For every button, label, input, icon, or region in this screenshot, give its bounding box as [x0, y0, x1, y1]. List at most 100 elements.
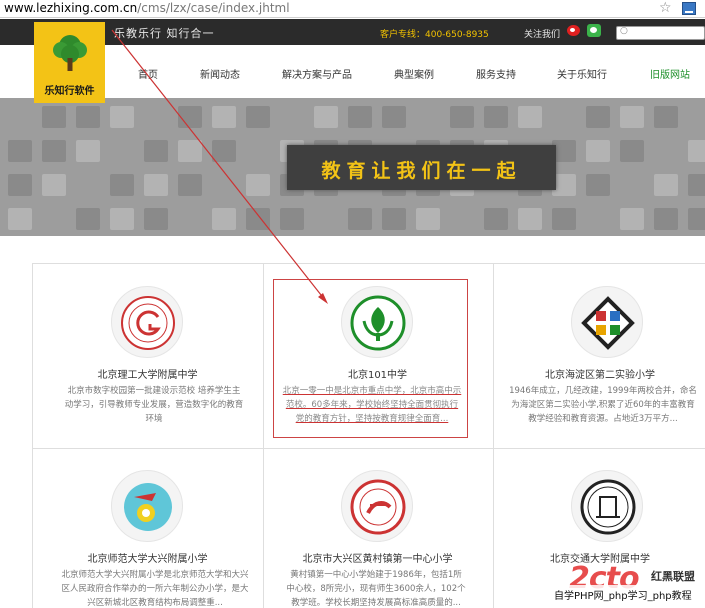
divider [32, 263, 705, 264]
school-logo [341, 470, 413, 542]
nav-cases[interactable]: 典型案例 [394, 66, 434, 81]
banner-tile-icon [76, 140, 100, 162]
tree-icon [53, 35, 87, 71]
nav-news[interactable]: 新闻动态 [200, 66, 240, 81]
logo-text: 乐知行软件 [44, 86, 95, 97]
case-desc: 北京师范大学大兴附属小学是北京师范大学和大兴区人民政府合作举办的一所六年制公办小… [61, 570, 249, 608]
banner-tile-icon [8, 174, 32, 196]
banner-slogan-box: 教育让我们在一起 [287, 145, 556, 190]
banner-tile-icon [314, 106, 338, 128]
watermark-bar-text: 自学PHP网_php学习_php教程 [554, 591, 692, 602]
case-desc: 北京市数字校园第一批建设示范校 培养学生主动学习，引导教师专业发展，营造数字化的… [64, 386, 244, 424]
banner-tile-icon [144, 208, 168, 230]
banner-tile-icon [246, 208, 270, 230]
banner-tile-icon [348, 106, 372, 128]
banner-tile-icon [212, 208, 236, 230]
highlight-box [273, 279, 468, 438]
banner-tile-icon [654, 208, 678, 230]
banner: 教育让我们在一起 [0, 98, 705, 236]
banner-tile-icon [382, 106, 406, 128]
banner-tile-icon [654, 174, 678, 196]
site-topbar: 乐教乐行 知行合一 客户专线：400-650-8935 关注我们 ○ [0, 19, 705, 45]
case-desc: 黄村镇第一中心小学始建于1986年，包括1所中心校，8所完小，现有师生3600余… [286, 570, 466, 608]
banner-tile-icon [212, 106, 236, 128]
banner-tile-icon [42, 106, 66, 128]
search-input[interactable] [616, 26, 705, 40]
banner-tile-icon [518, 106, 542, 128]
url-text[interactable]: www.lezhixing.com.cn/cms/lzx/case/index.… [4, 1, 290, 15]
banner-tile-icon [688, 140, 705, 162]
banner-tile-icon [586, 106, 610, 128]
search-icon[interactable]: ○ [620, 26, 628, 36]
banner-tile-icon [484, 208, 508, 230]
case-title[interactable]: 北京理工大学附属中学 [40, 366, 255, 381]
banner-tile-icon [348, 208, 372, 230]
banner-tile-icon [178, 106, 202, 128]
banner-tile-icon [178, 174, 202, 196]
bookmark-star-icon[interactable]: ☆ [659, 0, 672, 16]
banner-tile-icon [688, 174, 705, 196]
banner-tile-icon [42, 140, 66, 162]
banner-tile-icon [76, 208, 100, 230]
banner-tile-icon [484, 106, 508, 128]
extension-icon[interactable] [682, 2, 696, 15]
banner-tile-icon [416, 208, 440, 230]
url-path: /cms/lzx/case/index.jhtml [137, 1, 290, 15]
url-host: www.lezhixing.com.cn [4, 1, 138, 15]
banner-tile-icon [144, 174, 168, 196]
banner-tile-icon [212, 140, 236, 162]
divider [32, 448, 705, 449]
banner-tile-icon [246, 174, 270, 196]
case-title[interactable]: 北京师范大学大兴附属小学 [40, 550, 255, 565]
banner-tile-icon [246, 106, 270, 128]
banner-tile-icon [110, 208, 134, 230]
slogan: 乐教乐行 知行合一 [114, 27, 215, 40]
site-logo[interactable]: 乐知行软件 [34, 22, 105, 103]
banner-tile-icon [76, 106, 100, 128]
weibo-icon[interactable] [567, 25, 580, 36]
page: www.lezhixing.com.cn/cms/lzx/case/index.… [0, 0, 705, 608]
browser-address-bar[interactable]: www.lezhixing.com.cn/cms/lzx/case/index.… [0, 0, 705, 18]
banner-tile-icon [654, 106, 678, 128]
nav-about[interactable]: 关于乐知行 [557, 66, 607, 81]
banner-tile-icon [178, 140, 202, 162]
banner-tile-icon [382, 208, 406, 230]
case-desc: 1946年成立，几经改建，1999年两校合并，命名为海淀区第二实验小学,积累了近… [509, 386, 697, 424]
nav-old-site[interactable]: 旧版网站 [650, 66, 690, 81]
case-title[interactable]: 北京海淀区第二实验小学 [500, 366, 700, 381]
nav-home[interactable]: 首页 [138, 66, 158, 81]
main-nav: 首页 新闻动态 解决方案与产品 典型案例 服务支持 关于乐知行 旧版网站 [0, 45, 705, 98]
banner-tile-icon [620, 140, 644, 162]
school-logo [571, 470, 643, 542]
banner-tile-icon [688, 208, 705, 230]
banner-tile-icon [586, 174, 610, 196]
banner-tile-icon [110, 174, 134, 196]
banner-tile-icon [450, 106, 474, 128]
nav-support[interactable]: 服务支持 [476, 66, 516, 81]
watermark-site-name: 红黑联盟 [651, 570, 695, 583]
watermark-bar: 自学PHP网_php学习_php教程 [552, 585, 705, 602]
banner-tile-icon [552, 208, 576, 230]
divider [263, 263, 264, 608]
nav-solutions[interactable]: 解决方案与产品 [282, 66, 352, 81]
divider [32, 263, 33, 608]
school-logo [111, 286, 183, 358]
banner-tile-icon [620, 106, 644, 128]
banner-tile-icon [280, 208, 304, 230]
banner-slogan: 教育让我们在一起 [321, 160, 522, 182]
banner-tile-icon [110, 106, 134, 128]
divider [493, 263, 494, 608]
banner-tile-icon [586, 140, 610, 162]
banner-tile-icon [144, 140, 168, 162]
school-logo [571, 286, 643, 358]
banner-tile-icon [8, 208, 32, 230]
hotline: 客户专线：400-650-8935 [380, 30, 489, 40]
follow-us-label: 关注我们 [524, 30, 561, 40]
banner-tile-icon [518, 208, 542, 230]
banner-tile-icon [620, 208, 644, 230]
banner-tile-icon [8, 140, 32, 162]
banner-tile-icon [42, 174, 66, 196]
school-logo [111, 470, 183, 542]
wechat-icon[interactable] [587, 24, 601, 37]
case-title[interactable]: 北京市大兴区黄村镇第一中心小学 [270, 550, 485, 565]
